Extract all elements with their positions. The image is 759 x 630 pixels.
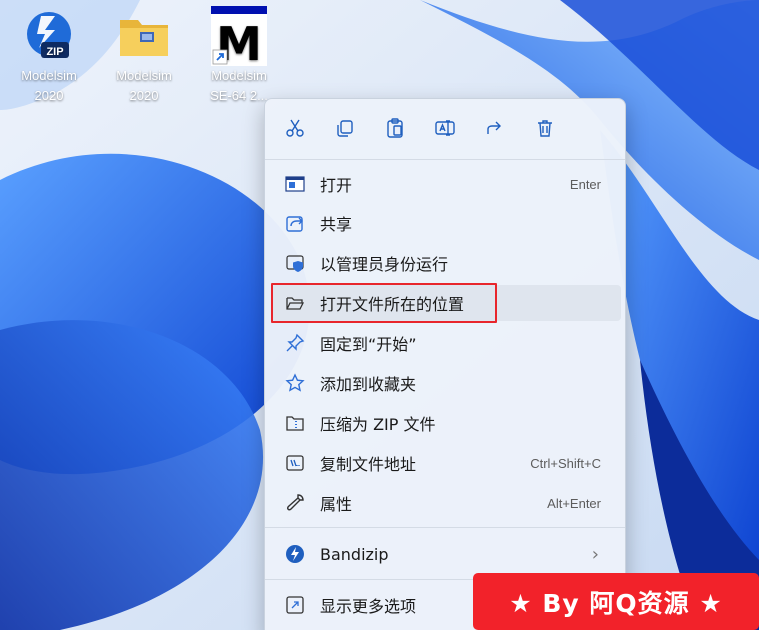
menu-item-properties[interactable]: 属性 Alt+Enter [271, 485, 621, 521]
menu-separator [265, 159, 625, 160]
watermark-badge: ★ By 阿Q资源 ★ [473, 573, 759, 630]
desktop-icon-modelsim-zip[interactable]: ZIP Modelsim 2020 [7, 6, 91, 110]
scissors-icon [286, 119, 304, 137]
menu-item-compress-zip[interactable]: 压缩为 ZIP 文件 [271, 405, 621, 441]
share-icon [487, 121, 501, 134]
cut-button[interactable] [278, 113, 312, 143]
menu-item-label: 固定到“开始” [320, 335, 417, 354]
menu-item-open[interactable]: 打开 Enter [271, 166, 621, 202]
menu-item-run-as-admin[interactable]: 以管理员身份运行 [271, 245, 621, 281]
menu-item-accelerator: Alt+Enter [547, 495, 601, 511]
delete-button[interactable] [528, 113, 562, 143]
context-menu-toolbar [265, 99, 625, 157]
copy-icon [337, 120, 353, 137]
trash-icon [538, 120, 552, 137]
rename-icon [435, 120, 455, 136]
menu-item-copy-path[interactable]: 复制文件地址 Ctrl+Shift+C [271, 445, 621, 481]
context-menu: 打开 Enter 共享 以管理员身份运行 打开文件所在的位置 固定到“开始” 添… [264, 98, 626, 630]
folder-icon [114, 6, 174, 66]
menu-item-add-to-favorites[interactable]: 添加到收藏夹 [271, 365, 621, 401]
menu-item-label: 显示更多选项 [320, 597, 417, 616]
menu-item-accelerator: Ctrl+Shift+C [530, 455, 601, 471]
modelsim-shortcut-icon: M [209, 6, 269, 71]
menu-item-label: 复制文件地址 [320, 455, 417, 474]
menu-item-pin-to-start[interactable]: 固定到“开始” [271, 325, 621, 361]
desktop-icon-modelsim-folder[interactable]: Modelsim 2020 [102, 6, 186, 110]
chevron-right-icon: › [591, 543, 599, 565]
menu-item-label: 添加到收藏夹 [320, 375, 417, 394]
paste-icon [387, 118, 403, 138]
menu-item-label: Bandizip [320, 544, 389, 564]
share-icon [286, 216, 303, 232]
pin-icon [286, 333, 305, 352]
menu-item-label: 属性 [320, 495, 353, 514]
copy-button[interactable] [328, 113, 362, 143]
star-icon [285, 373, 305, 392]
desktop-icon-label: Modelsim 2020 [21, 68, 77, 103]
menu-item-label: 压缩为 ZIP 文件 [320, 415, 436, 434]
window-icon [285, 176, 305, 192]
highlight-annotation-box [271, 283, 497, 323]
share-button[interactable] [478, 113, 512, 143]
svg-text:ZIP: ZIP [46, 46, 63, 58]
rename-button[interactable] [428, 113, 462, 143]
menu-item-label: 以管理员身份运行 [320, 255, 449, 274]
menu-item-bandizip[interactable]: Bandizip › [271, 536, 621, 572]
zip-archive-icon: ZIP [19, 6, 79, 66]
copy-path-icon [286, 455, 304, 471]
menu-item-label: 共享 [320, 215, 353, 234]
menu-item-share[interactable]: 共享 [271, 205, 621, 241]
zip-folder-icon [286, 416, 304, 431]
desktop-icon-modelsim-se64[interactable]: M Modelsim SE-64 2... [197, 6, 281, 110]
paste-button[interactable] [378, 113, 412, 143]
more-options-icon [286, 596, 304, 614]
menu-item-label: 打开 [320, 176, 353, 195]
wrench-icon [287, 494, 304, 511]
menu-separator [265, 527, 625, 528]
watermark-text: ★ By 阿Q资源 ★ [509, 588, 723, 618]
menu-item-accelerator: Enter [569, 176, 601, 192]
desktop-icon-label: Modelsim 2020 [116, 68, 172, 103]
shield-icon [286, 255, 304, 272]
bandizip-icon [286, 545, 304, 563]
